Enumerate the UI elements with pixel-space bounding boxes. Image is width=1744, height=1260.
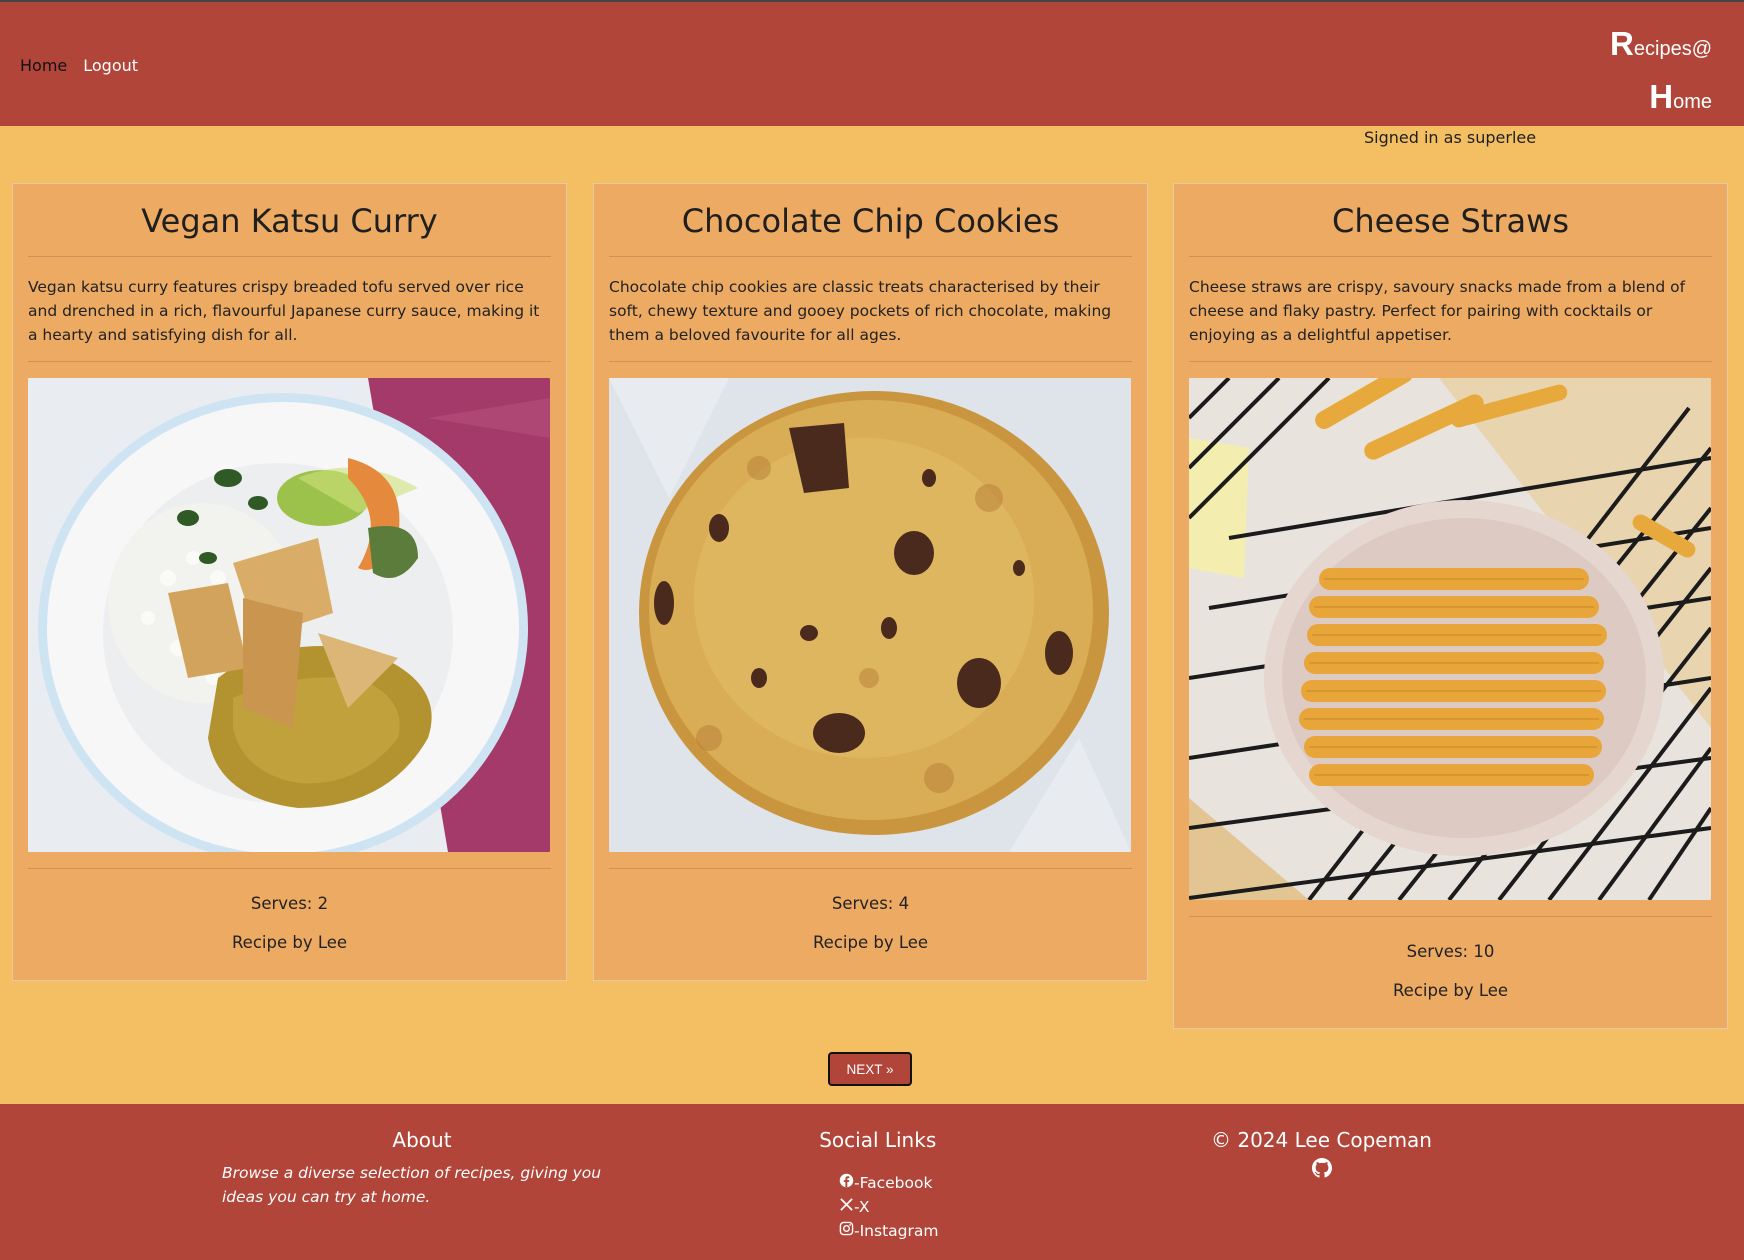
katsu-curry-photo[interactable] — [28, 378, 550, 852]
recipe-card[interactable]: Chocolate Chip Cookies Chocolate chip co… — [593, 183, 1148, 981]
recipe-title[interactable]: Vegan Katsu Curry — [28, 200, 551, 256]
recipe-author: Recipe by Lee — [812, 933, 929, 952]
instagram-label: -Instagram — [854, 1222, 939, 1240]
logo-word-home: ome — [1673, 91, 1712, 113]
facebook-icon — [839, 1171, 854, 1195]
nav-home-link[interactable]: Home — [20, 56, 67, 75]
logo-word-recipes: ecipes@ — [1633, 38, 1712, 60]
facebook-label: -Facebook — [854, 1174, 933, 1192]
footer-about: About Browse a diverse selection of reci… — [222, 1128, 622, 1209]
divider — [609, 361, 1132, 362]
recipe-serves: Serves: 10 — [1406, 942, 1495, 961]
instagram-link[interactable]: -Instagram — [839, 1219, 938, 1243]
logo-letter-r: R — [1610, 25, 1634, 62]
divider — [28, 868, 551, 869]
recipe-author: Recipe by Lee — [1392, 981, 1509, 1000]
recipe-card[interactable]: Vegan Katsu Curry Vegan katsu curry feat… — [12, 183, 567, 981]
site-logo[interactable]: Recipes@ Home — [1610, 20, 1712, 126]
recipe-title[interactable]: Chocolate Chip Cookies — [609, 200, 1132, 256]
footer-copyright: © 2024 Lee Copeman — [1211, 1128, 1432, 1182]
facebook-link[interactable]: -Facebook — [839, 1171, 938, 1195]
signed-in-status: Signed in as superlee — [1364, 128, 1537, 147]
recipe-meta: Serves: 4 Recipe by Lee — [609, 894, 1132, 964]
social-links-list: -Facebook -X -Instagram — [839, 1171, 938, 1243]
main-nav: Home Logout — [20, 56, 138, 75]
top-navbar: Home Logout Recipes@ Home — [0, 0, 1744, 126]
site-footer: About Browse a diverse selection of reci… — [0, 1104, 1744, 1260]
recipe-description: Vegan katsu curry features crispy breade… — [28, 278, 540, 344]
nav-logout-link[interactable]: Logout — [83, 56, 138, 75]
recipe-meta: Serves: 2 Recipe by Lee — [28, 894, 551, 964]
recipe-description: Cheese straws are crispy, savoury snacks… — [1189, 278, 1686, 344]
recipe-serves: Serves: 2 — [250, 894, 329, 913]
divider — [28, 361, 551, 362]
footer-social: Social Links -Facebook -X -Instagram — [817, 1128, 938, 1243]
logo-letter-h: H — [1649, 78, 1674, 115]
recipe-serves: Serves: 4 — [831, 894, 910, 913]
instagram-icon — [839, 1219, 854, 1243]
divider — [1189, 916, 1712, 917]
recipe-title[interactable]: Cheese Straws — [1189, 200, 1712, 256]
copyright-text: © 2024 Lee Copeman — [1211, 1128, 1432, 1152]
footer-social-title: Social Links — [819, 1128, 937, 1152]
recipe-card[interactable]: Cheese Straws Cheese straws are crispy, … — [1173, 183, 1728, 1029]
next-page-button[interactable]: NEXT » — [828, 1052, 912, 1086]
x-icon — [839, 1195, 854, 1219]
x-link[interactable]: -X — [839, 1195, 938, 1219]
divider — [1189, 361, 1712, 362]
x-label: -X — [854, 1198, 870, 1216]
cookie-photo[interactable] — [609, 378, 1131, 852]
recipe-meta: Serves: 10 Recipe by Lee — [1189, 942, 1712, 1012]
github-icon[interactable] — [1311, 1158, 1332, 1182]
recipe-author: Recipe by Lee — [231, 933, 348, 952]
cheese-straws-photo[interactable] — [1189, 378, 1711, 900]
divider — [609, 868, 1132, 869]
recipe-description: Chocolate chip cookies are classic treat… — [609, 278, 1112, 344]
footer-about-title: About — [392, 1128, 452, 1152]
footer-about-text: Browse a diverse selection of recipes, g… — [222, 1164, 602, 1206]
